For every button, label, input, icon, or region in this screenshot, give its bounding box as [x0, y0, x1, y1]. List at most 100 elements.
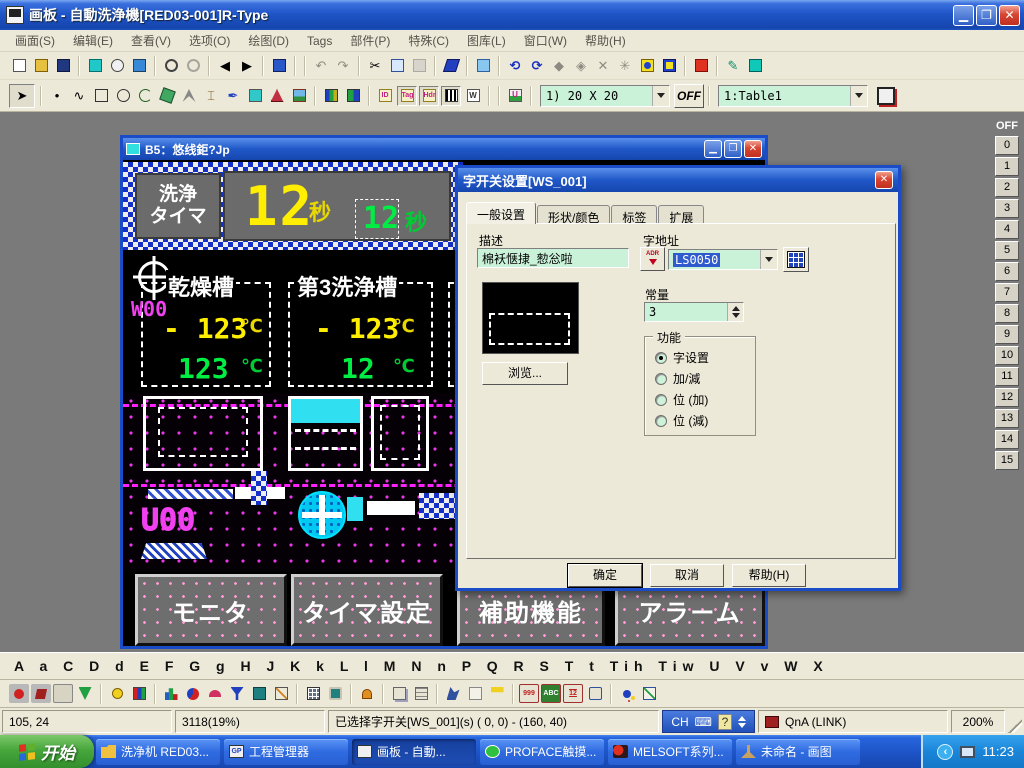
send-back-icon[interactable]	[659, 56, 679, 76]
radio-bit-sub[interactable]: 位 (減)	[655, 412, 708, 429]
image-tool-icon[interactable]	[289, 86, 309, 106]
menu-edit[interactable]: 编辑(E)	[64, 30, 122, 51]
snap-off-button[interactable]: OFF	[674, 84, 704, 108]
snap-icon[interactable]	[691, 56, 711, 76]
library2-icon[interactable]	[343, 86, 363, 106]
memo-part-icon[interactable]	[465, 684, 485, 703]
tab-extend[interactable]: 扩展	[658, 205, 704, 224]
save-icon[interactable]	[53, 56, 73, 76]
table-edit-icon[interactable]	[873, 83, 899, 109]
keypad-part-icon[interactable]	[303, 684, 323, 703]
open-icon[interactable]	[31, 56, 51, 76]
screen-number-8[interactable]: 8	[995, 304, 1019, 323]
scale-tool-icon[interactable]: ⌶	[201, 86, 221, 106]
grid-size-dropdown-arrow[interactable]	[652, 86, 669, 106]
tab-shape-color[interactable]: 形状/颜色	[537, 205, 610, 224]
multi-lamp-icon[interactable]	[129, 684, 149, 703]
doc-maximize-button[interactable]: ❐	[724, 140, 742, 158]
rotate-right-icon[interactable]: ⟳	[527, 56, 547, 76]
filling-graph-icon[interactable]	[227, 684, 247, 703]
screen-number-10[interactable]: 10	[995, 346, 1019, 365]
cut-icon[interactable]: ✂	[365, 56, 385, 76]
constant-spinner[interactable]: 3	[644, 302, 744, 322]
screen-number-3[interactable]: 3	[995, 199, 1019, 218]
doc-minimize-button[interactable]: ▁	[704, 140, 722, 158]
screen-number-13[interactable]: 13	[995, 409, 1019, 428]
shape-stats-icon[interactable]	[617, 684, 637, 703]
bit-switch-icon[interactable]	[9, 684, 29, 703]
dialog-close-button[interactable]: ✕	[875, 171, 893, 189]
id-toggle-icon[interactable]: ID	[375, 86, 395, 106]
menu-library[interactable]: 图库(L)	[458, 30, 515, 51]
eraser-icon[interactable]	[441, 56, 461, 76]
network-tray-icon[interactable]	[960, 746, 975, 758]
nav-button-monitor[interactable]: モニタ	[135, 574, 287, 646]
screen-call-icon[interactable]	[245, 86, 265, 106]
pie-graph-icon[interactable]	[183, 684, 203, 703]
dot-tool-icon[interactable]: •	[47, 86, 67, 106]
menu-options[interactable]: 选项(O)	[180, 30, 239, 51]
menu-screen[interactable]: 画面(S)	[6, 30, 64, 51]
timer-display-plate[interactable]: 12 秒 12 秒	[223, 171, 451, 241]
help-button[interactable]: 帮助(H)	[732, 564, 806, 587]
language-band[interactable]: CH ⌨ ?	[662, 710, 755, 733]
u-image-icon[interactable]: U	[505, 86, 525, 106]
pattern-toggle-icon[interactable]	[441, 86, 461, 106]
numeric-display-icon[interactable]: 999	[519, 684, 539, 703]
task-proface[interactable]: PROFACE触摸...	[480, 739, 604, 765]
preview-icon[interactable]	[129, 56, 149, 76]
w-toggle-icon[interactable]: W	[463, 86, 483, 106]
selector-switch-icon[interactable]	[75, 684, 95, 703]
function-switch-icon[interactable]	[53, 684, 73, 703]
font-style-bar[interactable]: A a C D d E F G g H J K k L l M N n P Q …	[0, 652, 1024, 680]
text-display-icon[interactable]: ABC	[541, 684, 561, 703]
language-indicator[interactable]: CH	[671, 715, 688, 729]
date-display-icon[interactable]: 12	[563, 684, 583, 703]
menu-window[interactable]: 窗口(W)	[515, 30, 576, 51]
task-melsoft[interactable]: MELSOFT系列...	[608, 739, 732, 765]
screen-number-4[interactable]: 4	[995, 220, 1019, 239]
prev-screen-icon[interactable]: ◀	[215, 56, 235, 76]
doc-close-button[interactable]: ✕	[744, 140, 762, 158]
menu-help[interactable]: 帮助(H)	[576, 30, 635, 51]
alarm-clock-icon[interactable]	[107, 56, 127, 76]
alarm-part-icon[interactable]	[357, 684, 377, 703]
fill-color-icon[interactable]	[745, 56, 765, 76]
ok-button[interactable]: 确定	[568, 564, 642, 587]
polygon-tool-icon[interactable]	[179, 86, 199, 106]
radio-bit-add-icon[interactable]	[655, 394, 667, 406]
tab-general[interactable]: 一般设置	[466, 202, 536, 224]
new-screen-icon[interactable]	[9, 56, 29, 76]
arc-tool-icon[interactable]	[135, 86, 155, 106]
menu-special[interactable]: 特殊(C)	[399, 30, 458, 51]
copy-icon[interactable]	[387, 56, 407, 76]
circle-tool-icon[interactable]	[113, 86, 133, 106]
tab-label[interactable]: 标签	[611, 205, 657, 224]
task-paint[interactable]: 未命名 - 画图	[736, 739, 860, 765]
word-switch-icon[interactable]	[31, 684, 51, 703]
screen-number-5[interactable]: 5	[995, 241, 1019, 260]
tag-toggle-icon[interactable]: Tag	[397, 86, 417, 106]
start-button[interactable]: 开始	[0, 735, 94, 768]
hdr-toggle-icon[interactable]: Hdr	[419, 86, 439, 106]
cancel-button[interactable]: 取消	[650, 564, 724, 587]
nav-button-timer[interactable]: タイマ設定	[291, 574, 443, 646]
exit-icon[interactable]	[269, 56, 289, 76]
screen-manager-icon[interactable]	[85, 56, 105, 76]
address-combo[interactable]: LS0050	[668, 249, 778, 270]
line-tool-icon[interactable]: ∿	[69, 86, 89, 106]
file-table-icon[interactable]	[411, 684, 431, 703]
radio-word-set[interactable]: 字设置	[655, 349, 709, 366]
duplicate-icon[interactable]	[473, 56, 493, 76]
ink-part-icon[interactable]	[443, 684, 463, 703]
timer-title-plate[interactable]: 洗浄 タイマ	[135, 173, 221, 239]
clock-part-icon[interactable]	[585, 684, 605, 703]
screen-number-2[interactable]: 2	[995, 178, 1019, 197]
text-tool-icon[interactable]: ✒	[223, 86, 243, 106]
task-project-manager[interactable]: GP 工程管理器	[224, 739, 348, 765]
keyboard-icon[interactable]: ⌨	[695, 715, 712, 729]
screen-number-15[interactable]: 15	[995, 451, 1019, 470]
bring-front-icon[interactable]	[637, 56, 657, 76]
task-drawing-board[interactable]: 画板 - 自動...	[352, 739, 476, 765]
adr-lookup-button[interactable]: ADR	[640, 247, 665, 271]
